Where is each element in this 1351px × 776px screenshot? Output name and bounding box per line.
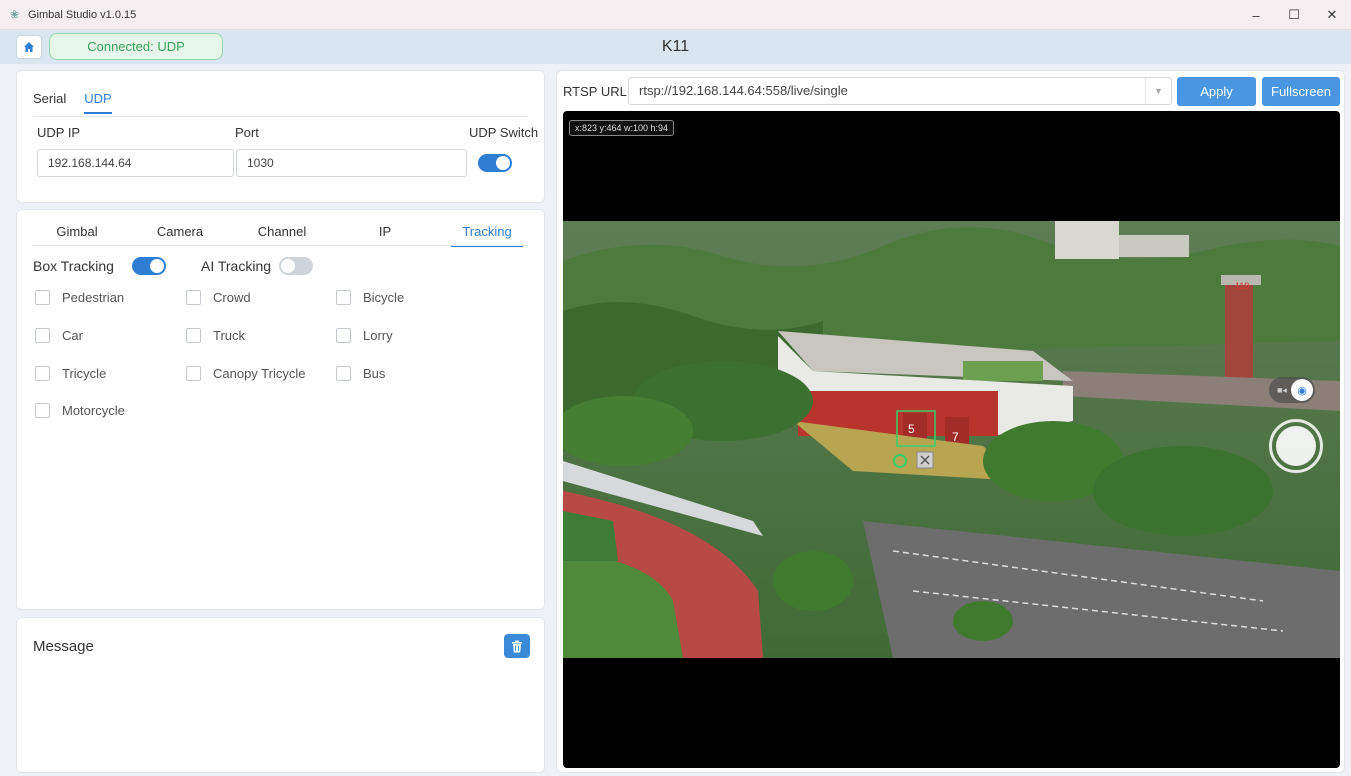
video-camera-icon: ■◂ (1277, 384, 1287, 395)
connection-tabs: Serial UDP (33, 91, 112, 114)
title-bar: ❀ Gimbal Studio v1.0.15 – ☐ ✕ (0, 0, 1351, 30)
training-tower (1225, 281, 1253, 381)
tab-gimbal[interactable]: Gimbal (55, 224, 99, 245)
distant-building (1119, 235, 1189, 257)
checkbox-pedestrian[interactable]: Pedestrian (35, 290, 124, 305)
rtsp-url-label: RTSP URL: (563, 84, 631, 99)
port-input[interactable]: 1030 (236, 149, 467, 177)
checkbox-box[interactable] (35, 290, 50, 305)
bay-number: 5 (908, 422, 915, 436)
distant-building (1055, 221, 1119, 259)
window-controls: – ☐ ✕ (1237, 0, 1351, 30)
tracking-coordinate-readout: x:823 y:464 w:100 h:94 (569, 120, 675, 136)
chevron-down-icon[interactable]: ▼ (1145, 78, 1171, 104)
minimize-button[interactable]: – (1237, 0, 1275, 30)
app-logo-icon: ❀ (10, 8, 20, 21)
header-bar: Connected: UDP K11 (0, 30, 1351, 64)
udp-ip-input[interactable]: 192.168.144.64 (37, 149, 234, 177)
video-panel: RTSP URL: rtsp://192.168.144.64:558/live… (556, 70, 1345, 773)
checkbox-box[interactable] (336, 366, 351, 381)
checkbox-label: Pedestrian (62, 290, 125, 305)
tree-cluster (953, 601, 1013, 641)
checkbox-label: Motorcycle (62, 403, 125, 418)
tree-cluster (773, 551, 853, 611)
udp-switch-label: UDP Switch (469, 125, 539, 140)
box-tracking-label: Box Tracking (33, 258, 114, 274)
checkbox-label: Crowd (213, 290, 251, 305)
checkbox-label: Lorry (363, 328, 393, 343)
tree-cluster (1093, 446, 1273, 536)
fullscreen-button[interactable]: Fullscreen (1262, 77, 1340, 106)
checkbox-label: Truck (213, 328, 246, 343)
tab-serial[interactable]: Serial (33, 91, 66, 114)
tab-udp[interactable]: UDP (84, 91, 112, 114)
checkbox-tricycle[interactable]: Tricycle (35, 366, 106, 381)
message-panel: Message (16, 617, 545, 773)
checkbox-bicycle[interactable]: Bicycle (336, 290, 404, 305)
rtsp-url-input[interactable]: rtsp://192.168.144.64:558/live/single ▼ (628, 77, 1172, 105)
bay-number: 7 (952, 430, 959, 444)
capture-shutter-button[interactable] (1269, 419, 1323, 473)
video-stream[interactable]: x:823 y:464 w:100 h:94 119 5 7 ■◂ ◉ (563, 111, 1340, 768)
checkbox-box[interactable] (186, 290, 201, 305)
tab-ip[interactable]: IP (373, 224, 397, 245)
rtsp-url-value: rtsp://192.168.144.64:558/live/single (639, 83, 848, 98)
shutter-inner (1276, 426, 1316, 466)
apply-button[interactable]: Apply (1177, 77, 1256, 106)
capture-mode-toggle[interactable]: ■◂ ◉ (1269, 377, 1315, 403)
checkbox-label: Car (62, 328, 83, 343)
checkbox-label: Canopy Tricycle (213, 366, 306, 381)
checkbox-crowd[interactable]: Crowd (186, 290, 251, 305)
udp-ip-label: UDP IP (37, 125, 81, 140)
checkbox-label: Bus (363, 366, 386, 381)
toggle-knob (281, 259, 295, 273)
divider (33, 116, 528, 117)
fire-station-green-roof (963, 361, 1043, 381)
tab-camera[interactable]: Camera (155, 224, 205, 245)
clear-messages-button[interactable] (504, 634, 530, 658)
checkbox-bus[interactable]: Bus (336, 366, 385, 381)
control-tabs: Gimbal Camera Channel IP Tracking (17, 224, 546, 247)
trash-icon (512, 640, 522, 652)
ai-tracking-label: AI Tracking (201, 258, 272, 274)
checkbox-canopy-tricycle[interactable]: Canopy Tricycle (186, 366, 305, 381)
port-label: Port (235, 125, 259, 140)
tower-label: 119 (1235, 281, 1249, 291)
checkbox-label: Tricycle (62, 366, 107, 381)
message-title: Message (33, 638, 94, 655)
photo-camera-icon: ◉ (1291, 379, 1313, 401)
device-title: K11 (661, 38, 690, 55)
checkbox-box[interactable] (35, 366, 50, 381)
checkbox-box[interactable] (186, 366, 201, 381)
camera-feed-image: 119 5 7 (563, 221, 1340, 658)
toggle-knob (496, 156, 510, 170)
checkbox-car[interactable]: Car (35, 328, 83, 343)
checkbox-box[interactable] (35, 403, 50, 418)
checkbox-box[interactable] (336, 328, 351, 343)
close-button[interactable]: ✕ (1313, 0, 1351, 30)
divider (33, 245, 528, 246)
ai-tracking-toggle[interactable] (279, 257, 313, 275)
checkbox-motorcycle[interactable]: Motorcycle (35, 403, 125, 418)
checkbox-box[interactable] (336, 290, 351, 305)
control-panel: Gimbal Camera Channel IP Tracking Box Tr… (16, 209, 545, 610)
checkbox-label: Bicycle (363, 290, 405, 305)
toggle-knob (150, 259, 164, 273)
checkbox-box[interactable] (35, 328, 50, 343)
checkbox-truck[interactable]: Truck (186, 328, 245, 343)
tab-tracking[interactable]: Tracking (451, 224, 523, 247)
connection-panel: Serial UDP UDP IP Port UDP Switch 192.16… (16, 70, 545, 203)
checkbox-box[interactable] (186, 328, 201, 343)
tab-channel[interactable]: Channel (255, 224, 309, 245)
window-title: Gimbal Studio v1.0.15 (28, 8, 137, 21)
checkbox-lorry[interactable]: Lorry (336, 328, 393, 343)
maximize-button[interactable]: ☐ (1275, 0, 1313, 30)
udp-switch-toggle[interactable] (478, 154, 512, 172)
box-tracking-toggle[interactable] (132, 257, 166, 275)
